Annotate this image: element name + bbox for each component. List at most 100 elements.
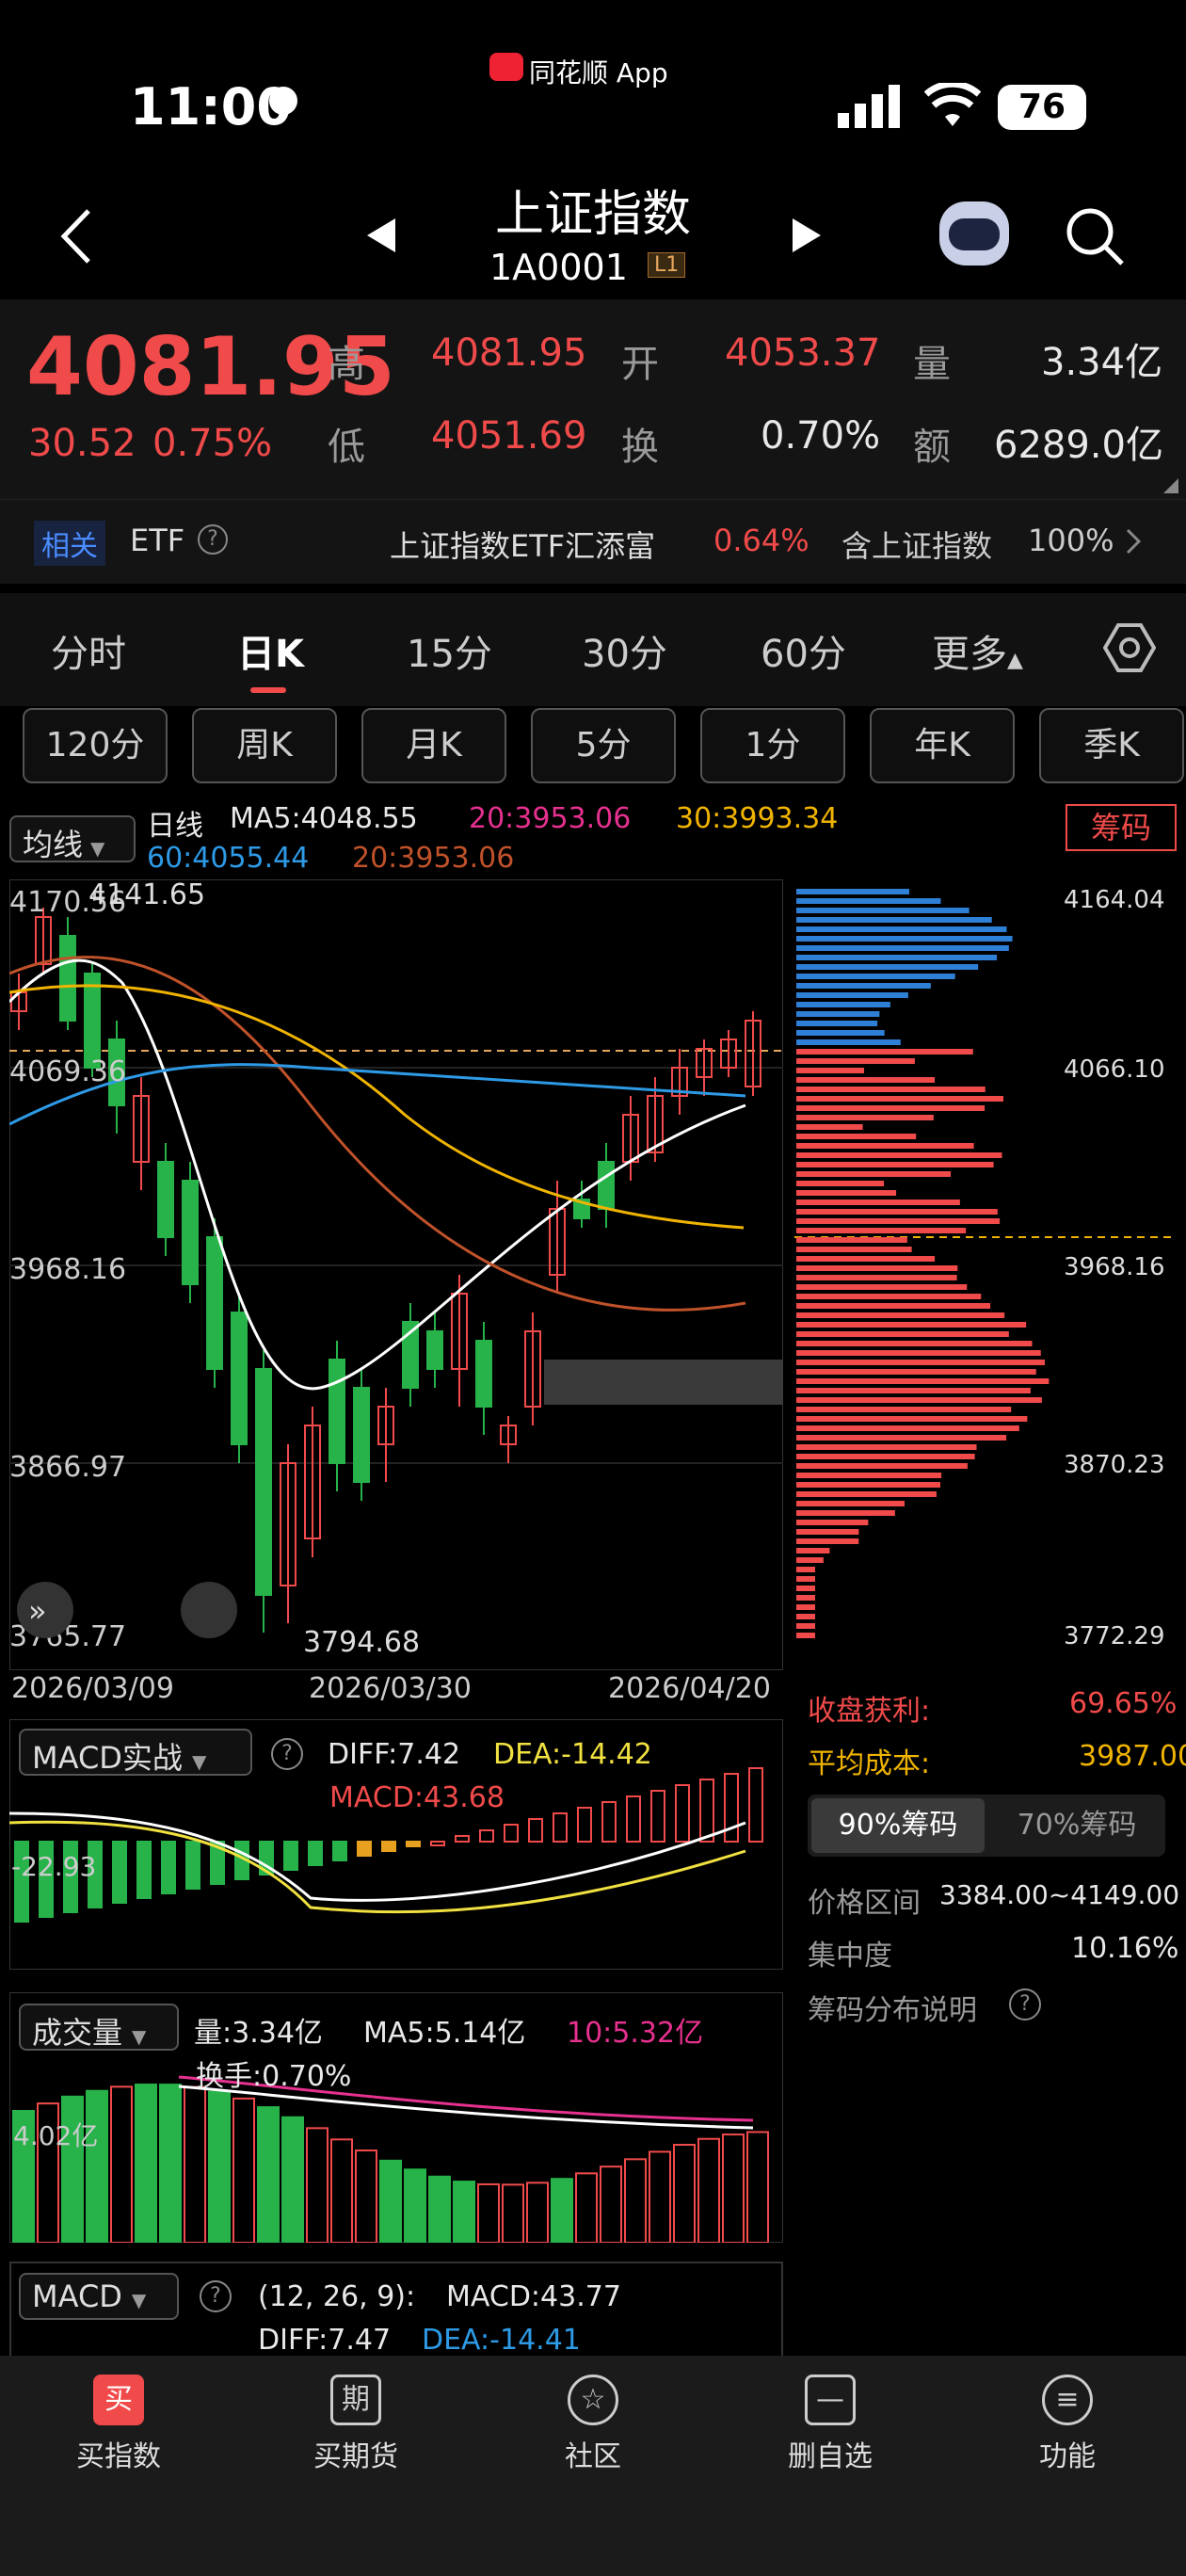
macd-bar — [651, 1791, 665, 1842]
prev-arrow-icon[interactable] — [363, 217, 397, 254]
tab-daily-k[interactable]: 日K — [237, 623, 304, 678]
settings-hex-icon[interactable] — [1103, 621, 1156, 674]
profit-label: 收盘获利: — [808, 1687, 930, 1729]
chip-bar — [796, 1087, 986, 1092]
subtab-quarterly[interactable]: 季K — [1039, 708, 1184, 783]
macd2-params: (12, 26, 9): — [258, 2280, 415, 2313]
kline-chart[interactable]: 4170.56 4141.65 4069.36 3968.16 3866.97 … — [9, 879, 783, 1670]
chip-bar — [796, 1068, 864, 1073]
chip-bar — [796, 1425, 1019, 1431]
chip-bar — [796, 974, 955, 979]
chip-bar — [796, 1228, 966, 1233]
nav-buy-index-label: 买指数 — [76, 2440, 161, 2473]
app-name: 同花顺 App — [529, 53, 668, 90]
search-icon[interactable] — [1064, 205, 1126, 267]
active-tab-indicator — [250, 687, 286, 693]
nav-buy-index[interactable]: 买 买指数 — [24, 2375, 213, 2474]
macd-help-icon[interactable]: ? — [271, 1738, 303, 1770]
chip-axis-p3: 3968.16 — [1064, 1253, 1165, 1281]
volume-bar — [478, 2184, 499, 2243]
macd2-dea: DEA:-14.41 — [422, 2324, 581, 2357]
tab-30min[interactable]: 30分 — [582, 623, 667, 678]
subtab-120min[interactable]: 120分 — [23, 708, 168, 783]
chip-bar — [796, 1520, 868, 1525]
volume-bar — [233, 2099, 254, 2243]
nav-buy-futures[interactable]: 期 买期货 — [262, 2375, 450, 2474]
ma-dropdown-label: 均线 — [23, 827, 83, 862]
chip-bar — [796, 1331, 1009, 1337]
volume-indicator-dropdown[interactable]: 成交量 ▼ — [19, 2004, 179, 2051]
subtab-5min[interactable]: 5分 — [531, 708, 676, 783]
remove-watchlist-icon: — — [805, 2375, 856, 2425]
low-value: 4051.69 — [431, 414, 586, 458]
related-bar[interactable]: 相关 ETF ? 上证指数ETF汇添富 0.64% 含上证指数 100% — [0, 499, 1186, 584]
chip-bar — [796, 1341, 1033, 1346]
nav-remove-watchlist[interactable]: — 删自选 — [736, 2375, 924, 2474]
chip-bar — [796, 1209, 998, 1215]
macd-bar — [113, 1842, 126, 1903]
chip-tab-70[interactable]: 70%筹码 — [990, 1798, 1163, 1853]
fullscreen-icon[interactable] — [181, 1582, 237, 1638]
chip-tab-90[interactable]: 90%筹码 — [811, 1798, 985, 1853]
chip-bar — [796, 1171, 951, 1177]
chip-help-icon[interactable]: ? — [1009, 1988, 1041, 2021]
tab-15min[interactable]: 15分 — [407, 623, 492, 678]
chip-bar — [796, 1548, 829, 1554]
nav-community[interactable]: ☆ 社区 — [499, 2375, 687, 2474]
tab-intraday[interactable]: 分时 — [51, 623, 126, 678]
subtab-monthly[interactable]: 月K — [361, 708, 506, 783]
ma-dropdown[interactable]: 均线 ▼ — [9, 815, 136, 862]
macd-bar — [358, 1842, 371, 1856]
chip-axis-p4: 3870.23 — [1064, 1451, 1165, 1479]
chip-explain-link[interactable]: 筹码分布说明 — [808, 1987, 977, 2028]
chip-toggle-button[interactable]: 筹码 — [1066, 804, 1177, 851]
chip-bar — [796, 1510, 895, 1516]
chip-bar — [796, 1604, 815, 1610]
chip-bar — [796, 1463, 968, 1469]
chip-bar — [796, 1369, 1036, 1375]
macd2-dropdown-label: MACD — [32, 2278, 122, 2314]
chip-bar — [796, 1538, 858, 1544]
holds-label: 含上证指数 — [841, 523, 992, 566]
etf-label: ETF — [130, 523, 184, 558]
chip-bar — [796, 1265, 957, 1271]
functions-icon: ≡ — [1042, 2375, 1093, 2425]
etf-fund-name[interactable]: 上证指数ETF汇添富 — [390, 523, 655, 566]
volume-bar — [258, 2107, 279, 2243]
holds-pct: 100% — [1028, 523, 1114, 558]
volume-bar — [674, 2145, 695, 2243]
back-icon[interactable] — [56, 207, 94, 266]
macd2-indicator-dropdown[interactable]: MACD ▼ — [19, 2273, 179, 2320]
chip-bar — [796, 1350, 1041, 1356]
assistant-robot-icon[interactable] — [939, 201, 1009, 266]
tab-60min[interactable]: 60分 — [761, 623, 846, 678]
volume-axis-label: 4.02亿 — [13, 2120, 98, 2151]
volume-bar — [380, 2161, 401, 2243]
chip-axis-p5: 3772.29 — [1064, 1622, 1165, 1650]
chip-bar — [796, 1388, 1031, 1393]
subtab-1min[interactable]: 1分 — [700, 708, 845, 783]
expand-corner-icon[interactable] — [1163, 478, 1178, 493]
chip-bar — [796, 945, 1009, 951]
next-arrow-icon[interactable] — [791, 217, 825, 254]
nav-functions[interactable]: ≡ 功能 — [973, 2375, 1162, 2474]
chip-bar — [796, 1454, 975, 1459]
nav-remove-watchlist-label: 删自选 — [788, 2440, 873, 2473]
help-icon[interactable]: ? — [198, 524, 228, 555]
chevron-right-icon[interactable] — [1126, 528, 1141, 555]
macd2-help-icon[interactable]: ? — [200, 2280, 232, 2312]
macd-bar — [333, 1842, 346, 1860]
chip-bar — [796, 1124, 863, 1130]
chip-bar — [796, 1096, 1003, 1102]
macd-value: MACD:43.68 — [329, 1781, 505, 1814]
ma5-value: MA5:4048.55 — [230, 802, 418, 835]
price-range-value: 3384.00~4149.00 — [939, 1879, 1179, 1910]
macd-bar — [284, 1842, 297, 1870]
subtab-weekly[interactable]: 周K — [192, 708, 337, 783]
tab-more[interactable]: 更多▲ — [932, 623, 1023, 678]
macd-dropdown-label: MACD实战 — [32, 1740, 183, 1776]
high-marker: 4141.65 — [88, 879, 205, 911]
chip-bar — [796, 926, 1006, 932]
subtab-yearly[interactable]: 年K — [870, 708, 1015, 783]
macd-indicator-dropdown[interactable]: MACD实战 ▼ — [19, 1729, 252, 1776]
